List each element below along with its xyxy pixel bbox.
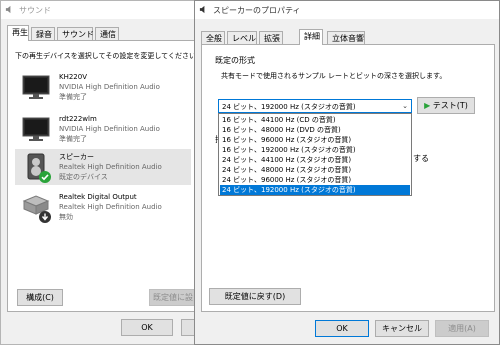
format-option[interactable]: 24 ビット、44100 Hz (スタジオの音質) bbox=[220, 155, 410, 165]
device-item-speakers[interactable]: スピーカー Realtek High Definition Audio 既定のデ… bbox=[15, 149, 191, 185]
speaker-icon bbox=[199, 5, 205, 14]
play-icon: ▶ bbox=[424, 101, 431, 110]
format-option[interactable]: 16 ビット、48000 Hz (DVD の音質) bbox=[220, 125, 410, 135]
default-format-label: 既定の形式 bbox=[215, 56, 255, 65]
tab-sounds[interactable]: サウンド bbox=[57, 27, 94, 41]
device-driver: Realtek High Definition Audio bbox=[59, 163, 162, 171]
device-status: 準備完了 bbox=[59, 135, 87, 143]
format-option[interactable]: 24 ビット、48000 Hz (スタジオの音質) bbox=[220, 165, 410, 175]
restore-defaults-button[interactable]: 既定値に戻す(D) bbox=[209, 288, 301, 305]
device-name: スピーカー bbox=[59, 153, 94, 161]
device-name: Realtek Digital Output bbox=[59, 193, 137, 201]
format-option[interactable]: 16 ビット、96000 Hz (スタジオの音質) bbox=[220, 135, 410, 145]
device-driver: NVIDIA High Definition Audio bbox=[59, 83, 160, 91]
default-check-icon bbox=[39, 171, 51, 183]
speaker-properties-window: スピーカーのプロパティ 全般 レベル 拡張 詳細 立体音響 既定の形式 共有モー… bbox=[194, 0, 500, 345]
format-options-list[interactable]: 16 ビット、44100 Hz (CD の音質) 16 ビット、48000 Hz… bbox=[218, 113, 412, 196]
format-dropdown[interactable]: 24 ビット、192000 Hz (スタジオの音質) ⌄ bbox=[218, 99, 412, 113]
configure-button[interactable]: 構成(C) bbox=[17, 289, 63, 306]
device-item-digital-output[interactable]: Realtek Digital Output Realtek High Defi… bbox=[15, 189, 191, 225]
sound-ok-button[interactable]: OK bbox=[121, 319, 173, 336]
device-text: スピーカー Realtek High Definition Audio 既定のデ… bbox=[59, 152, 162, 182]
sound-window-title: サウンド bbox=[19, 6, 51, 15]
device-text: rdt222wlm NVIDIA High Definition Audio 準… bbox=[59, 114, 160, 144]
tab-spatial-sound[interactable]: 立体音響 bbox=[327, 31, 365, 45]
device-item-kh220v[interactable]: KH220V NVIDIA High Definition Audio 準備完了 bbox=[15, 69, 191, 105]
chevron-down-icon: ⌄ bbox=[402, 102, 408, 110]
device-status: 既定のデバイス bbox=[59, 173, 108, 181]
tab-recording[interactable]: 録音 bbox=[31, 27, 55, 41]
tab-levels[interactable]: レベル bbox=[227, 31, 257, 45]
properties-cancel-button[interactable]: キャンセル bbox=[375, 320, 429, 337]
tab-advanced[interactable]: 詳細 bbox=[299, 29, 323, 45]
format-option[interactable]: 24 ビット、96000 Hz (スタジオの音質) bbox=[220, 175, 410, 185]
exclusive-mode-partial-text: する bbox=[413, 154, 429, 163]
device-driver: NVIDIA High Definition Audio bbox=[59, 125, 160, 133]
test-button[interactable]: ▶ テスト(T) bbox=[417, 97, 475, 114]
device-status: 準備完了 bbox=[59, 93, 87, 101]
device-text: KH220V NVIDIA High Definition Audio 準備完了 bbox=[59, 72, 160, 102]
properties-window-title: スピーカーのプロパティ bbox=[213, 6, 301, 15]
speaker-icon bbox=[5, 5, 11, 14]
device-status: 無効 bbox=[59, 213, 73, 221]
device-name: KH220V bbox=[59, 73, 88, 81]
device-text: Realtek Digital Output Realtek High Defi… bbox=[59, 192, 162, 222]
monitor-icon bbox=[22, 75, 50, 99]
tab-general[interactable]: 全般 bbox=[201, 31, 225, 45]
device-name: rdt222wlm bbox=[59, 115, 97, 123]
playback-instruction: 下の再生デバイスを選択してその設定を変更してください: bbox=[15, 52, 199, 60]
tab-enhancements[interactable]: 拡張 bbox=[259, 31, 283, 45]
monitor-icon bbox=[22, 117, 50, 141]
test-button-label: テスト(T) bbox=[432, 101, 468, 110]
tab-playback[interactable]: 再生 bbox=[7, 25, 29, 41]
device-item-rdt222wlm[interactable]: rdt222wlm NVIDIA High Definition Audio 準… bbox=[15, 111, 191, 147]
device-driver: Realtek High Definition Audio bbox=[59, 203, 162, 211]
apply-button[interactable]: 適用(A) bbox=[435, 320, 489, 337]
format-option[interactable]: 16 ビット、192000 Hz (スタジオの音質) bbox=[220, 145, 410, 155]
tab-communications[interactable]: 通信 bbox=[95, 27, 119, 41]
disabled-arrow-icon bbox=[39, 211, 51, 223]
format-option[interactable]: 16 ビット、44100 Hz (CD の音質) bbox=[220, 115, 410, 125]
format-option-selected[interactable]: 24 ビット、192000 Hz (スタジオの音質) bbox=[220, 185, 410, 195]
properties-ok-button[interactable]: OK bbox=[315, 320, 369, 337]
sound-window: サウンド 再生 録音 サウンド 通信 下の再生デバイスを選択してその設定を変更し… bbox=[0, 0, 207, 345]
default-format-description: 共有モードで使用されるサンプル レートとビットの深さを選択します。 bbox=[221, 72, 447, 80]
format-dropdown-value: 24 ビット、192000 Hz (スタジオの音質) bbox=[222, 103, 356, 111]
sound-titlebar: サウンド bbox=[1, 1, 199, 19]
properties-titlebar: スピーカーのプロパティ bbox=[195, 1, 499, 19]
